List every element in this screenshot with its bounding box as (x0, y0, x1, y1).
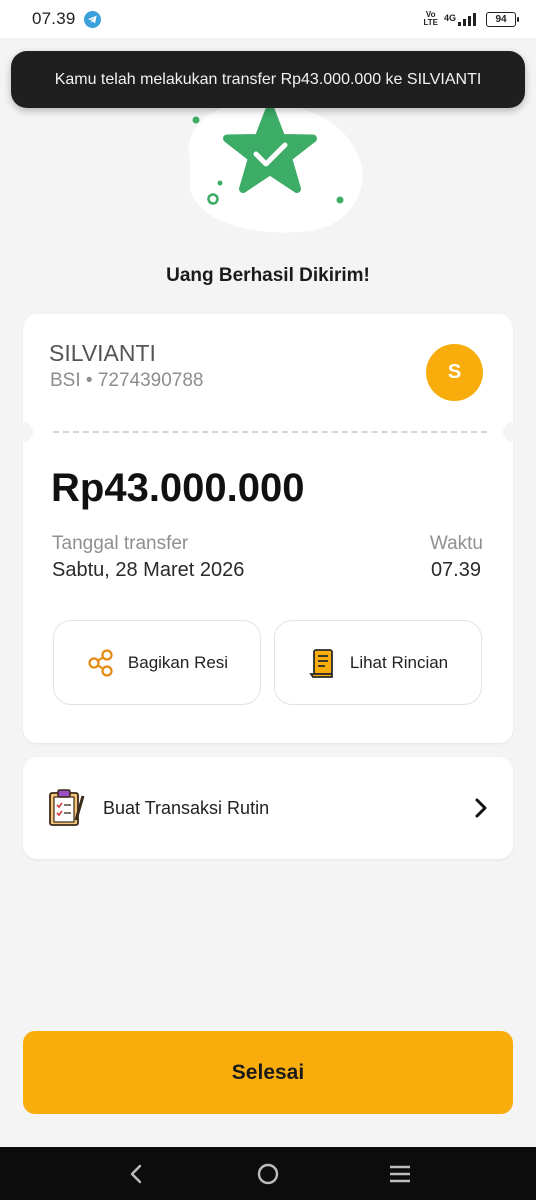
time-label: Waktu (429, 533, 483, 554)
page-title: Uang Berhasil Dikirim! (166, 265, 370, 286)
avatar-initial: S (447, 361, 462, 383)
back-icon[interactable] (116, 1154, 156, 1194)
view-details-button[interactable]: Lihat Rincian (274, 620, 482, 705)
status-bar: 07.39 Vo LTE 4G 94 (0, 0, 536, 38)
home-icon[interactable] (248, 1154, 288, 1194)
time-value: 07.39 (430, 559, 481, 581)
divider (53, 431, 487, 433)
clipboard-icon (49, 789, 85, 826)
share-icon (88, 648, 113, 677)
star-check-icon (188, 100, 363, 233)
battery-icon: 94 (486, 11, 519, 27)
telegram-icon (83, 10, 101, 28)
view-details-label: Lihat Rincian (349, 652, 449, 672)
done-button[interactable]: Selesai (23, 1031, 513, 1114)
recipient-bank-account: BSI • 7274390788 (50, 370, 204, 391)
share-receipt-button[interactable]: Bagikan Resi (53, 620, 261, 705)
battery-level: 94 (495, 13, 507, 25)
receipt-icon (309, 648, 333, 678)
transfer-amount: Rp43.000.000 (51, 466, 305, 510)
toast-message: Kamu telah melakukan transfer Rp43.000.0… (54, 70, 482, 88)
chevron-right-icon (473, 797, 489, 819)
avatar: S (426, 344, 483, 401)
menu-icon[interactable] (380, 1154, 420, 1194)
receipt-card: SILVIANTI BSI • 7274390788 S Rp43.000.00… (13, 314, 523, 743)
routine-transaction-label: Buat Transaksi Rutin (103, 797, 270, 818)
system-nav-bar (0, 1147, 536, 1200)
card-notch-left (13, 422, 33, 442)
routine-transaction-row[interactable]: Buat Transaksi Rutin (23, 757, 513, 859)
status-indicators: Vo LTE 4G 94 (423, 10, 519, 27)
transfer-toast: Kamu telah melakukan transfer Rp43.000.0… (11, 51, 525, 108)
card-notch-right (503, 422, 523, 442)
share-receipt-label: Bagikan Resi (127, 652, 229, 672)
signal-icon: 4G (444, 12, 476, 26)
date-value: Sabtu, 28 Maret 2026 (52, 559, 245, 581)
recipient-name: SILVIANTI (49, 340, 156, 366)
volte-indicator: Vo LTE (423, 10, 438, 27)
date-label: Tanggal transfer (52, 533, 189, 554)
status-time: 07.39 (32, 9, 76, 28)
